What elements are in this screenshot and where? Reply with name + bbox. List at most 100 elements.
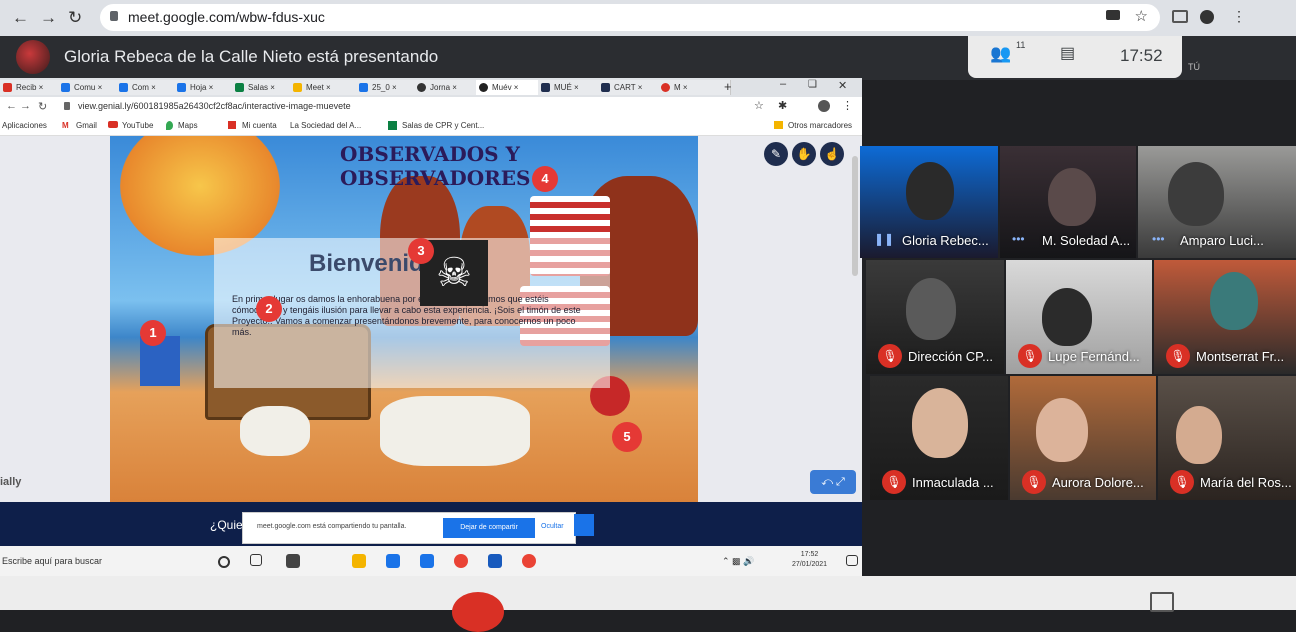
bookmark-item[interactable]: Mi cuenta — [242, 121, 277, 130]
mic-off-icon: 🎙 — [1166, 344, 1190, 368]
participant-tile[interactable]: 🎙 Lupe Fernánd... — [1006, 260, 1152, 374]
task-view-icon[interactable] — [250, 554, 262, 566]
inner-tab[interactable]: M × — [658, 80, 731, 95]
hand-icon[interactable]: ✋ — [792, 142, 816, 166]
taskbar-search[interactable]: Escribe aquí para buscar — [2, 556, 102, 566]
bookmark-item[interactable]: Gmail — [76, 121, 97, 130]
bookmark-item[interactable]: YouTube — [122, 121, 153, 130]
tray-icons[interactable]: ⌃ ▩ 🔊 — [722, 556, 754, 570]
inner-forward-icon[interactable]: → — [20, 100, 31, 112]
participant-name: Dirección CP... — [908, 349, 994, 364]
clock-time: 17:52 — [800, 551, 819, 558]
end-call-button[interactable] — [452, 592, 504, 632]
chat-icon[interactable]: ▤ — [1060, 43, 1075, 63]
participant-video — [1042, 288, 1092, 346]
inner-reload-icon[interactable]: ↻ — [38, 100, 47, 113]
cast-icon[interactable] — [1172, 10, 1188, 23]
bookmark-item[interactable]: Maps — [178, 121, 198, 130]
participant-tile[interactable]: 🎙 Aurora Dolore... — [1010, 376, 1156, 500]
participant-tile[interactable]: 🎙 Montserrat Fr... — [1154, 260, 1296, 374]
participant-video — [1210, 272, 1258, 330]
hotspot-marker[interactable]: 5 — [612, 422, 642, 452]
chrome-icon[interactable] — [454, 554, 468, 568]
scene-title: OBSERVADOS Y OBSERVADORES — [340, 142, 531, 190]
inner-address-bar[interactable]: ← → ↻ view.genial.ly/600181985a26430cf2c… — [0, 97, 862, 117]
camera-icon[interactable] — [1106, 10, 1120, 20]
back-icon[interactable]: ← — [12, 8, 29, 28]
hotspot-marker[interactable]: 1 — [140, 320, 166, 346]
star-icon[interactable]: ☆ — [1135, 7, 1148, 25]
bookmark-item[interactable]: Aplicaciones — [2, 121, 47, 130]
participant-tile[interactable]: ❚❚ Gloria Rebec... — [860, 146, 998, 258]
minimize-icon[interactable]: – — [780, 78, 786, 90]
word-icon[interactable] — [488, 554, 502, 568]
speaking-icon: ❚❚ — [874, 232, 895, 246]
chrome-icon[interactable] — [522, 554, 536, 568]
maximize-icon[interactable]: ❏ — [808, 79, 817, 90]
hide-button[interactable]: Ocultar — [541, 523, 564, 530]
inner-menu-icon[interactable]: ⋮ — [842, 99, 853, 112]
avatar[interactable] — [1200, 10, 1214, 24]
mic-off-icon: 🎙 — [878, 344, 902, 368]
skeleton-bones — [380, 396, 530, 466]
taskbar-clock: 17:52 27/01/2021 — [792, 550, 827, 570]
scrollbar[interactable] — [852, 156, 858, 276]
extensions-icon[interactable]: ✱ — [778, 99, 787, 112]
participant-name: Lupe Fernánd... — [1048, 349, 1140, 364]
participant-video — [912, 388, 968, 458]
mail-icon[interactable] — [420, 554, 434, 568]
participant-video — [906, 162, 954, 220]
address-url: meet.google.com/wbw-fdus-xuc — [128, 9, 325, 25]
app-icon[interactable] — [386, 554, 400, 568]
stop-sharing-button[interactable]: Dejar de compartir — [443, 518, 535, 538]
participant-video — [906, 278, 956, 340]
new-tab-icon[interactable]: + — [724, 79, 732, 94]
pencil-icon[interactable]: ✎ — [764, 142, 788, 166]
participant-video — [1048, 168, 1096, 226]
youtube-icon — [108, 121, 118, 128]
notification-icon[interactable] — [846, 555, 858, 566]
bookmark-item[interactable]: Salas de CPR y Cent... — [402, 121, 484, 130]
sharing-notice: meet.google.com está compartiendo tu pan… — [242, 512, 576, 544]
account-icon — [228, 121, 236, 129]
present-icon[interactable] — [1150, 592, 1174, 612]
inner-star-icon[interactable]: ☆ — [754, 99, 764, 112]
genially-logo: ially — [0, 476, 22, 488]
participant-count: 11 — [1016, 40, 1026, 50]
hotspot-marker[interactable]: 4 — [532, 166, 558, 192]
menu-icon[interactable]: ⋮ — [1232, 8, 1246, 25]
participant-tile[interactable]: 🎙 Inmaculada ... — [870, 376, 1008, 500]
forward-icon[interactable]: → — [40, 8, 57, 28]
close-window-icon[interactable]: ✕ — [838, 79, 847, 92]
presenting-banner: Gloria Rebeca de la Calle Nieto está pre… — [64, 47, 439, 66]
bookmarks-bar: Aplicaciones M Gmail YouTube Maps Mi cue… — [0, 117, 862, 136]
participant-tile[interactable]: 🎙 Dirección CP... — [866, 260, 1004, 374]
people-icon[interactable]: 👥 — [990, 44, 1011, 64]
share-fullscreen-button[interactable]: ⤺ ⤢ — [810, 470, 856, 494]
cortana-icon[interactable] — [218, 556, 230, 568]
participant-video — [1168, 162, 1224, 226]
hotspot-marker[interactable]: 2 — [256, 296, 282, 322]
bookmark-item[interactable]: La Sociedad del A... — [290, 121, 361, 130]
store-icon[interactable] — [286, 554, 300, 568]
inner-back-icon[interactable]: ← — [6, 100, 17, 112]
blue-button-fragment[interactable] — [574, 514, 594, 536]
gmail-icon: M — [62, 121, 69, 130]
bookmark-item[interactable]: Otros marcadores — [788, 121, 852, 130]
participant-name: Aurora Dolore... — [1052, 475, 1144, 490]
pointer-icon[interactable]: ☝ — [820, 142, 844, 166]
explorer-icon[interactable] — [352, 554, 366, 568]
participant-video — [1176, 406, 1222, 464]
participant-tile[interactable]: 🎙 María del Ros... — [1158, 376, 1296, 500]
salas-icon — [388, 121, 397, 130]
folder-icon — [774, 121, 783, 129]
inner-avatar[interactable] — [818, 100, 830, 112]
shared-screen: Recib × Comu × Com × Hoja × Salas × Meet… — [0, 78, 862, 576]
hotspot-marker[interactable]: 3 — [408, 238, 434, 264]
reload-icon[interactable]: ↻ — [68, 8, 82, 28]
skull-bones — [240, 406, 310, 456]
sharing-message: meet.google.com está compartiendo tu pan… — [257, 523, 407, 530]
participant-tile[interactable]: ••• M. Soledad A... — [1000, 146, 1136, 258]
participant-tile[interactable]: ••• Amparo Luci... — [1138, 146, 1296, 258]
address-bar[interactable]: meet.google.com/wbw-fdus-xuc ☆ — [100, 4, 1160, 31]
